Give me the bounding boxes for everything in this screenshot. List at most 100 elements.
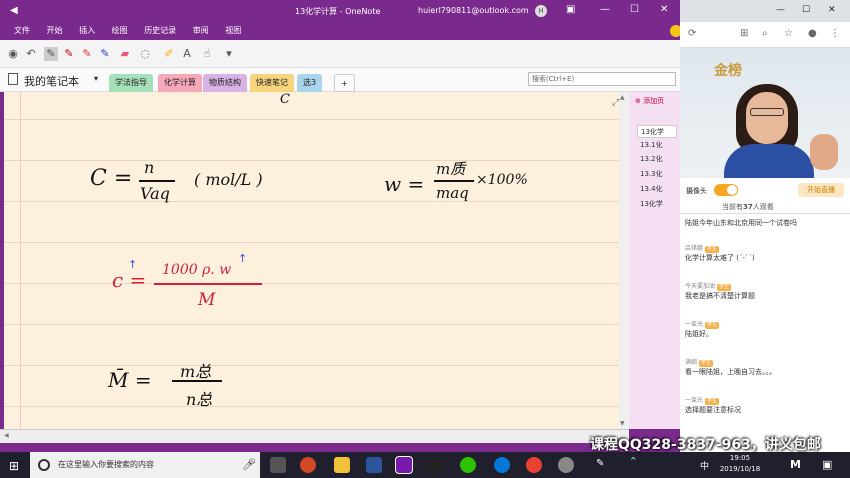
page-item-active[interactable]: 13化学 (637, 125, 677, 138)
restore-ribbon-icon[interactable]: ▣ (566, 4, 575, 15)
qq-icon[interactable] (428, 457, 444, 473)
lasso-icon[interactable]: ◌ (138, 47, 152, 61)
app-logo-icon[interactable]: Ⅿ (790, 458, 801, 471)
account-icon[interactable]: ● (808, 28, 817, 39)
page-item[interactable]: 13.3化 (637, 168, 677, 181)
note-canvas[interactable]: ⤢ C C = n Vaq ( mol/L ) w = m质 maq ×100%… (4, 92, 619, 429)
add-section-button[interactable]: + (334, 74, 355, 92)
ink-f1-den: Vaq (140, 184, 170, 203)
ime-indicator[interactable]: 中 (700, 459, 709, 472)
avatar[interactable]: H (535, 5, 547, 17)
fraction-bar (172, 380, 222, 382)
rule-line (4, 406, 619, 407)
star-icon[interactable]: ☆ (784, 28, 793, 39)
horizontal-scrollbar[interactable]: ◀ (0, 429, 629, 443)
pen-black-icon[interactable]: ✎ (44, 47, 58, 61)
taskbar-search-input[interactable]: 在这里输入你要搜索的内容 (30, 452, 260, 478)
pen-blue-icon[interactable]: ✎ (98, 47, 112, 61)
menu-history[interactable]: 历史记录 (144, 22, 176, 40)
translate-icon[interactable]: ⊞ (740, 28, 748, 39)
menu-draw[interactable]: 绘图 (112, 22, 128, 40)
more-icon[interactable]: ▾ (222, 47, 236, 61)
rule-line (4, 119, 619, 120)
close-icon[interactable]: ✕ (828, 5, 836, 15)
chat-text: 看一眼陆姐，上晚自习去。。。 (685, 368, 776, 376)
page-item[interactable]: 13.1化 (637, 139, 677, 152)
chrome-icon[interactable] (526, 457, 542, 473)
add-page-label: 添加页 (643, 97, 665, 105)
eraser-icon[interactable]: ▰ (118, 47, 132, 61)
menu-insert[interactable]: 插入 (79, 22, 95, 40)
section-tab-active[interactable]: 化学计算 (158, 74, 202, 92)
menu-file[interactable]: 文件 (14, 22, 30, 40)
word-icon[interactable] (366, 457, 382, 473)
live-control-bar: 摄像头 开始直播 当前有37人观看 (680, 178, 850, 214)
microphone-icon[interactable]: 🎤︎ (242, 458, 256, 471)
scroll-up-icon[interactable]: ▲ (620, 94, 625, 101)
page-item[interactable]: 13.4化 (637, 183, 677, 196)
clock-date[interactable]: 2019/10/18 (718, 465, 762, 473)
page-list: ⊕ 添加页 13化学 13.1化 13.2化 13.3化 13.4化 13化学 (629, 92, 680, 429)
pen-tray-icon[interactable]: ✎ (596, 458, 604, 469)
rule-line (4, 283, 619, 284)
clock-time[interactable]: 19:05 (718, 454, 762, 462)
close-icon[interactable]: ✕ (660, 4, 668, 15)
highlighter-icon[interactable]: ✐ (162, 47, 176, 61)
section-tab[interactable]: 快速笔记 (250, 74, 294, 92)
tray-arrow-icon[interactable]: ^ (630, 456, 637, 465)
section-tab[interactable]: 选3 (297, 74, 323, 92)
page-item[interactable]: 13.2化 (637, 153, 677, 166)
account-email[interactable]: huierl790811@outlook.com (418, 6, 529, 15)
task-view-icon[interactable] (270, 457, 286, 473)
chat-text: 选择题要注意标况 (685, 406, 741, 414)
app-icon[interactable] (558, 457, 574, 473)
search-icon[interactable]: ⌕ (762, 28, 768, 39)
undo-icon[interactable]: ↶ (24, 47, 38, 61)
onenote-icon[interactable] (395, 456, 413, 474)
student-badge: 学生 (705, 322, 720, 329)
search-input[interactable]: 搜索(Ctrl+E) (528, 72, 676, 86)
more-vert-icon[interactable]: ⋮ (830, 28, 840, 39)
rule-line (4, 242, 619, 243)
vertical-scrollbar[interactable]: ▲ ▼ (619, 92, 629, 429)
add-page-button[interactable]: ⊕ 添加页 (635, 96, 664, 106)
back-icon[interactable]: ◀ (10, 5, 18, 16)
maximize-icon[interactable]: ☐ (802, 5, 810, 15)
edge-icon[interactable] (494, 457, 510, 473)
minimize-icon[interactable]: — (600, 4, 610, 15)
chat-user: 满纲 学生 (685, 358, 845, 367)
start-live-button[interactable]: 开始直播 (798, 183, 844, 197)
windows-start-icon[interactable]: ⊞ (9, 459, 19, 473)
chevron-down-icon[interactable]: ▾ (94, 74, 98, 83)
camera-toggle[interactable] (714, 184, 738, 196)
student-badge: 学生 (705, 246, 720, 253)
pen-red2-icon[interactable]: ✎ (80, 47, 94, 61)
refresh-icon[interactable]: ⟳ (688, 28, 696, 39)
menu-view[interactable]: 视图 (225, 22, 241, 40)
notebook-name[interactable]: 我的笔记本 (24, 73, 79, 89)
file-explorer-icon[interactable] (334, 457, 350, 473)
powerpoint-icon[interactable] (300, 457, 316, 473)
pen-red-icon[interactable]: ✎ (62, 47, 76, 61)
notification-icon[interactable]: ▣ (822, 458, 832, 471)
minimize-icon[interactable]: — (776, 5, 785, 15)
brand-logo-text: 金榜 (714, 63, 742, 79)
rule-line (4, 365, 619, 366)
menu-review[interactable]: 审阅 (193, 22, 209, 40)
ink-f1-unit: ( mol/L ) (194, 170, 263, 189)
page-item[interactable]: 13化学 (637, 198, 677, 211)
maximize-icon[interactable]: ☐ (630, 4, 639, 15)
wechat-icon[interactable] (460, 457, 476, 473)
rule-line (4, 160, 619, 161)
scroll-down-icon[interactable]: ▼ (620, 420, 625, 427)
viewers-prefix: 当前有 (722, 203, 743, 211)
text-style-icon[interactable]: A (180, 47, 194, 61)
chat-message: 吕琪娜 学生 化学计算太难了 (´-ˋ´) (685, 244, 845, 263)
touch-icon[interactable]: ☝ (200, 47, 214, 61)
expand-icon[interactable]: ⤢ (612, 98, 619, 108)
scroll-left-icon[interactable]: ◀ (4, 432, 9, 439)
section-tab[interactable]: 物质结构 (203, 74, 247, 92)
menu-home[interactable]: 开始 (47, 22, 63, 40)
section-tab[interactable]: 学法指导 (109, 74, 153, 92)
back-circle-icon[interactable]: ◉ (6, 47, 20, 61)
